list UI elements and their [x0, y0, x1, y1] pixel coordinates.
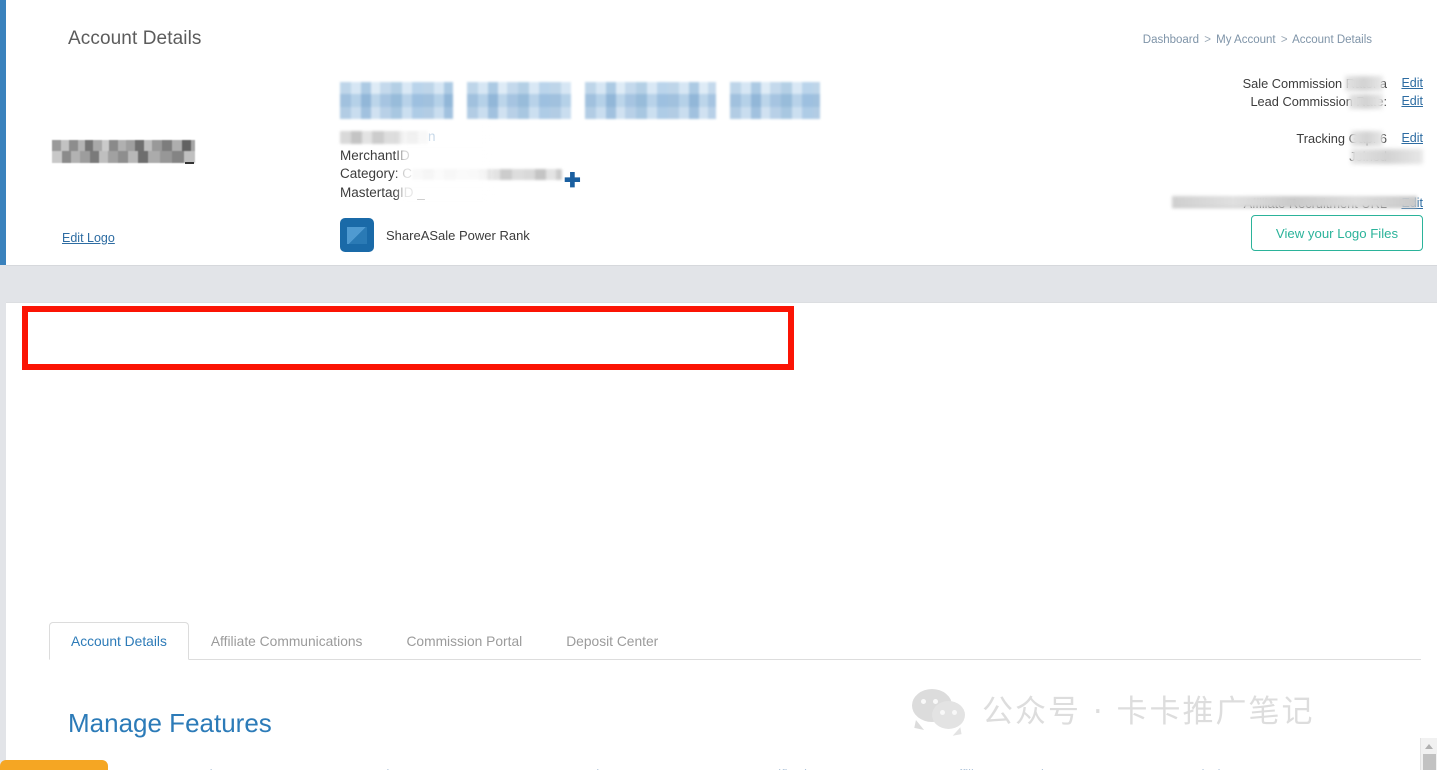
redacted-value — [1351, 131, 1383, 146]
manage-features-heading: Manage Features — [68, 708, 272, 739]
page-title: Account Details — [68, 28, 202, 50]
recruitment-url-redacted[interactable] — [1172, 196, 1417, 208]
merchant-name-line: n — [340, 128, 562, 147]
orange-action-pill[interactable] — [0, 760, 108, 770]
left-sidebar-rail — [0, 0, 6, 265]
breadcrumb-separator: > — [1204, 34, 1211, 46]
redacted-bar — [467, 82, 571, 119]
account-stats-panel: Sale Commission Rate. a Edit Lead Commis… — [1153, 74, 1423, 212]
tab-commission-portal[interactable]: Commission Portal — [384, 622, 544, 660]
edit-logo-link[interactable]: Edit Logo — [62, 231, 115, 245]
mastertag-label: MastertagID _ — [340, 185, 425, 200]
stat-row-tracking-gap: Tracking Gap: 6 Edit — [1153, 129, 1423, 147]
power-rank-badge-icon — [340, 218, 374, 252]
redacted-bar — [340, 82, 453, 119]
breadcrumb: Dashboard > My Account > Account Details — [1143, 34, 1372, 46]
merchant-info-block: n MerchantID Category: C MastertagID _ ✚ — [340, 82, 820, 119]
breadcrumb-item-account-details: Account Details — [1292, 34, 1372, 46]
redacted-bar — [730, 82, 820, 119]
tab-affiliate-communications[interactable]: Affiliate Communications — [189, 622, 385, 660]
tab-bar: Account Details Affiliate Communications… — [49, 620, 1421, 660]
account-body-card: Account Details Affiliate Communications… — [6, 302, 1437, 770]
power-rank-block: ShareASale Power Rank — [340, 218, 530, 252]
redacted-value — [1351, 149, 1423, 164]
redacted-value — [1349, 94, 1383, 109]
breadcrumb-separator: > — [1281, 34, 1288, 46]
breadcrumb-item-my-account[interactable]: My Account — [1216, 34, 1275, 46]
stat-row-sale-commission: Sale Commission Rate. a Edit — [1153, 74, 1423, 92]
account-header-card: Account Details Dashboard > My Account >… — [6, 0, 1437, 266]
stat-row-lead-commission: Lead Commission Rate: Edit — [1153, 92, 1423, 110]
merchant-id-line: MerchantID — [340, 147, 562, 166]
redacted-value — [340, 131, 428, 144]
edit-lead-commission-link[interactable]: Edit — [1395, 94, 1423, 108]
view-logo-files-button[interactable]: View your Logo Files — [1251, 215, 1423, 251]
merchant-detail-lines: n MerchantID Category: C MastertagID _ — [340, 128, 562, 202]
scrollbar-thumb[interactable] — [1423, 754, 1436, 770]
edit-tracking-gap-link[interactable]: Edit — [1395, 131, 1423, 145]
plus-icon[interactable]: ✚ — [564, 171, 581, 191]
page-root: Account Details Dashboard > My Account >… — [0, 0, 1437, 770]
scroll-up-arrow-icon[interactable] — [1425, 744, 1433, 749]
breadcrumb-item-dashboard[interactable]: Dashboard — [1143, 34, 1199, 46]
merchant-name-redacted-bars — [340, 82, 820, 119]
redacted-value — [412, 169, 562, 180]
category-label: Category: C — [340, 166, 412, 181]
category-line: Category: C — [340, 165, 562, 184]
redacted-value — [1345, 76, 1383, 91]
tab-deposit-center[interactable]: Deposit Center — [544, 622, 680, 660]
stat-row-joined: Joined — [1153, 147, 1423, 165]
redacted-bar — [585, 82, 716, 119]
account-logo-redacted — [52, 140, 195, 163]
merchant-id-label: MerchantID — [340, 148, 410, 163]
power-rank-label: ShareASale Power Rank — [386, 228, 530, 243]
mastertag-line: MastertagID _ — [340, 184, 562, 203]
edit-sale-commission-link[interactable]: Edit — [1395, 76, 1423, 90]
account-logo-block — [52, 140, 195, 163]
logo-tick-mark — [185, 162, 194, 164]
vertical-scrollbar[interactable] — [1420, 738, 1437, 770]
tab-account-details[interactable]: Account Details — [49, 622, 189, 660]
